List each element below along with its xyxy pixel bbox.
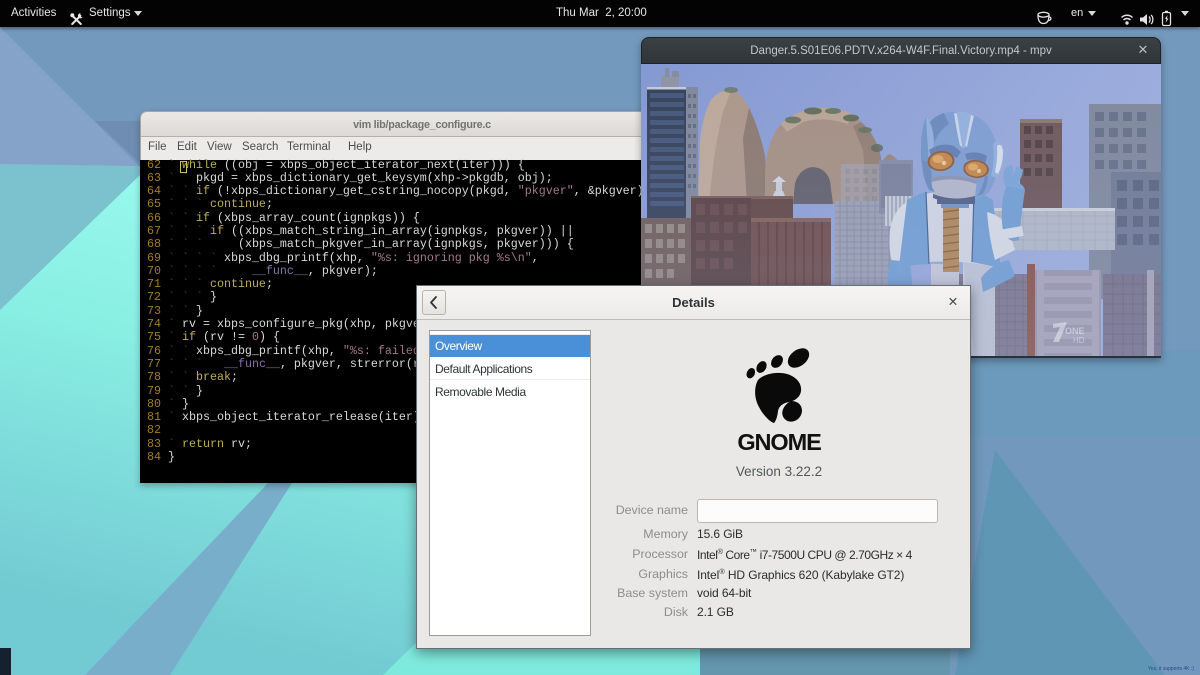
svg-text:HD: HD	[1073, 336, 1085, 345]
svg-text:ONE: ONE	[1065, 326, 1085, 336]
svg-text:Yes, it supports 4K :): Yes, it supports 4K :)	[1148, 666, 1194, 672]
